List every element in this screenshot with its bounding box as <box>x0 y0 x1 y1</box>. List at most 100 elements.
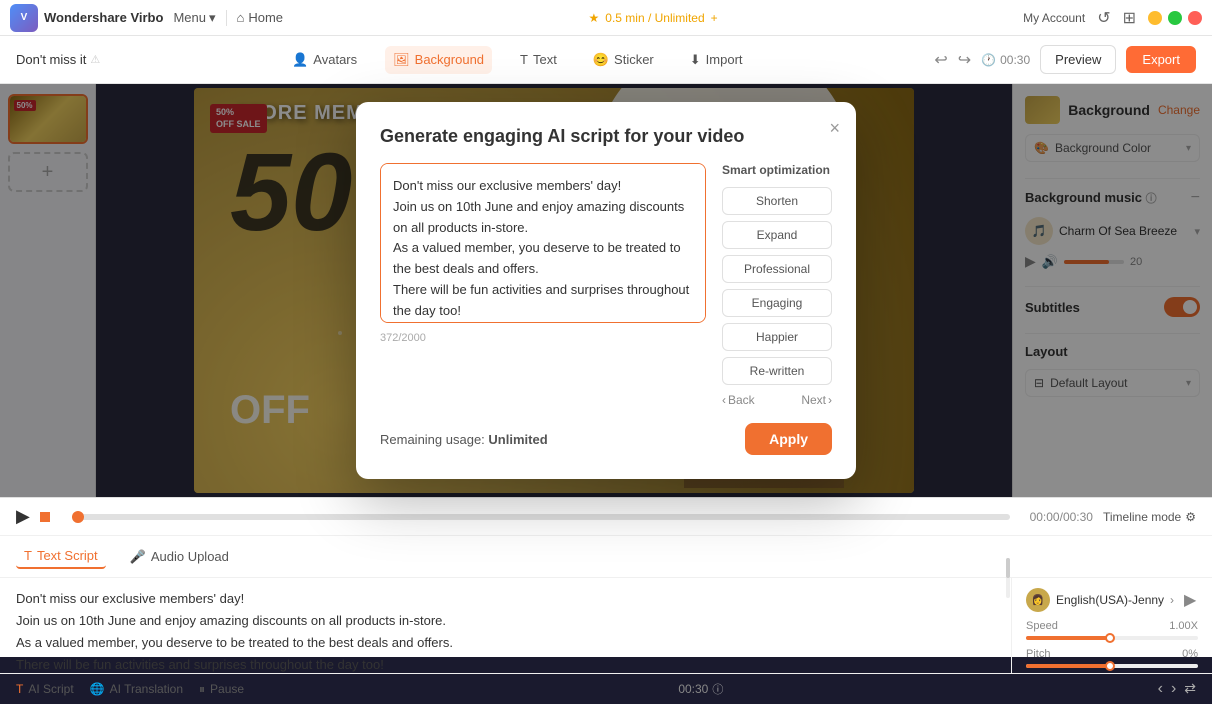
maximize-button[interactable] <box>1168 11 1182 25</box>
scrollbar <box>1006 578 1010 598</box>
top-bar-right: My Account ↺ ⊞ <box>1023 8 1202 28</box>
background-tab[interactable]: 🖼 Background <box>385 46 492 74</box>
timeline-mode-button[interactable]: Timeline mode ⚙ <box>1103 510 1196 524</box>
rewritten-button[interactable]: Re-written <box>722 357 832 385</box>
speed-fill <box>1026 636 1112 640</box>
clock-icon: 🕐 <box>981 53 996 67</box>
speed-slider[interactable] <box>1026 636 1198 640</box>
import-tab[interactable]: ⬇ Import <box>682 46 751 74</box>
main-layout: 50% + STORE MEMBER DAY 50 OFF <box>0 84 1212 497</box>
speed-row: Speed 1.00X <box>1026 620 1198 640</box>
chevron-down-icon: ▾ <box>209 10 216 26</box>
toolbar: Don't miss it ⚠ 👤 Avatars 🖼 Background T… <box>0 36 1212 84</box>
project-name: Don't miss it <box>16 52 86 67</box>
pause-button[interactable]: ⏸ Pause <box>199 682 244 697</box>
account-button[interactable]: My Account <box>1023 11 1085 25</box>
voice-panel: 👩 English(USA)-Jenny › ▶ Speed 1.00X <box>1012 578 1212 673</box>
logo-icon: V <box>10 4 38 32</box>
settings-icon: ⚙ <box>1185 510 1196 524</box>
close-button[interactable] <box>1188 11 1202 25</box>
time-display: 🕐 00:30 <box>981 53 1030 67</box>
background-icon: 🖼 <box>393 52 410 68</box>
avatars-tab[interactable]: 👤 Avatars <box>284 46 365 74</box>
pitch-row: Pitch 0% <box>1026 648 1198 668</box>
script-text-panel[interactable]: Don't miss our exclusive members' day! J… <box>0 578 1012 673</box>
toolbar-left: Don't miss it ⚠ <box>16 52 100 67</box>
audio-upload-tab[interactable]: 🎤 Audio Upload <box>122 545 237 569</box>
grid-icon[interactable]: ⊞ <box>1123 8 1136 28</box>
pitch-fill <box>1026 664 1112 668</box>
text-script-bar: T Text Script 🎤 Audio Upload <box>0 536 1212 578</box>
speed-label-row: Speed 1.00X <box>1026 620 1198 632</box>
translation-icon: 🌐 <box>90 682 105 696</box>
info-icon: ⓘ <box>712 681 723 697</box>
pitch-label-row: Pitch 0% <box>1026 648 1198 660</box>
text-tab[interactable]: T Text <box>512 46 565 73</box>
sticker-tab[interactable]: 😊 Sticker <box>585 46 662 74</box>
prev-arrow[interactable]: ‹ <box>1158 680 1163 698</box>
smart-opt-title: Smart optimization <box>722 163 832 177</box>
home-icon: ⌂ <box>237 10 245 25</box>
char-count: 372/2000 <box>380 332 706 344</box>
next-arrow[interactable]: › <box>1171 680 1176 698</box>
speed-thumb <box>1105 633 1115 643</box>
pause-icon: ⏸ <box>199 682 205 697</box>
pitch-slider[interactable] <box>1026 664 1198 668</box>
remaining-usage: Remaining usage: Unlimited <box>380 432 548 447</box>
navigation-arrows: ‹ › ⇄ <box>1158 680 1196 698</box>
menu-button[interactable]: Menu ▾ <box>173 10 215 26</box>
smart-optimization-panel: Smart optimization Shorten Expand Profes… <box>722 163 832 407</box>
bottom-panel: ▶ 00:00/00:30 Timeline mode ⚙ T Text Scr… <box>0 497 1212 657</box>
modal-close-button[interactable]: × <box>829 118 840 139</box>
ai-translation-button[interactable]: 🌐 AI Translation <box>90 682 183 696</box>
minimize-button[interactable] <box>1148 11 1162 25</box>
chevron-right-icon: › <box>828 393 832 407</box>
voice-play-button[interactable]: ▶ <box>1184 590 1196 610</box>
undo-button[interactable]: ↩ <box>934 50 947 70</box>
back-button[interactable]: ‹ Back <box>722 393 755 407</box>
expand-button[interactable]: Expand <box>722 221 832 249</box>
top-bar: V Wondershare Virbo Menu ▾ ⌂ Home ★ 0.5 … <box>0 0 1212 36</box>
next-button[interactable]: Next › <box>801 393 832 407</box>
audio-icon: 🎤 <box>130 549 146 565</box>
modal-title: Generate engaging AI script for your vid… <box>380 126 832 147</box>
import-icon: ⬇ <box>690 52 701 68</box>
engaging-button[interactable]: Engaging <box>722 289 832 317</box>
apply-button[interactable]: Apply <box>745 423 832 455</box>
progress-indicator <box>40 512 50 522</box>
modal-footer: Remaining usage: Unlimited Apply <box>380 423 832 455</box>
happier-button[interactable]: Happier <box>722 323 832 351</box>
progress-bar[interactable] <box>72 514 1010 520</box>
action-time-display: 00:30 ⓘ <box>678 681 723 697</box>
add-icon[interactable]: + <box>711 11 718 25</box>
home-button[interactable]: ⌂ Home <box>237 10 284 25</box>
script-textarea[interactable]: Don't miss our exclusive members' day! J… <box>380 163 706 323</box>
app-logo: V Wondershare Virbo <box>10 4 163 32</box>
toolbar-center: 👤 Avatars 🖼 Background T Text 😊 Sticker … <box>284 46 750 74</box>
shuffle-icon[interactable]: ⇄ <box>1184 680 1196 698</box>
text-script-tab[interactable]: T Text Script <box>16 544 106 569</box>
redo-button[interactable]: ↪ <box>958 50 971 70</box>
progress-dot <box>72 511 84 523</box>
voice-row: 👩 English(USA)-Jenny › ▶ <box>1026 588 1198 612</box>
modal-body: Don't miss our exclusive members' day! J… <box>380 163 832 407</box>
refresh-icon[interactable]: ↺ <box>1097 8 1110 28</box>
time-display: 00:00/00:30 <box>1030 510 1093 524</box>
ai-script-icon: T <box>16 682 23 696</box>
script-textarea-wrap: Don't miss our exclusive members' day! J… <box>380 163 706 407</box>
ai-script-button[interactable]: T AI Script <box>16 682 74 696</box>
play-button[interactable]: ▶ <box>16 506 30 527</box>
text-script-icon: T <box>24 548 32 563</box>
timeline-controls: ▶ 00:00/00:30 Timeline mode ⚙ <box>0 498 1212 536</box>
window-controls <box>1148 11 1202 25</box>
bottom-action-bar: T AI Script 🌐 AI Translation ⏸ Pause 00:… <box>0 673 1212 704</box>
script-content-area: Don't miss our exclusive members' day! J… <box>0 578 1212 673</box>
plan-info: ★ 0.5 min / Unlimited + <box>293 11 1013 25</box>
professional-button[interactable]: Professional <box>722 255 832 283</box>
preview-button[interactable]: Preview <box>1040 45 1116 74</box>
avatar-icon: 👤 <box>292 52 308 68</box>
shorten-button[interactable]: Shorten <box>722 187 832 215</box>
star-icon: ★ <box>589 11 600 25</box>
chevron-right-icon[interactable]: › <box>1170 593 1174 607</box>
export-button[interactable]: Export <box>1126 46 1196 73</box>
